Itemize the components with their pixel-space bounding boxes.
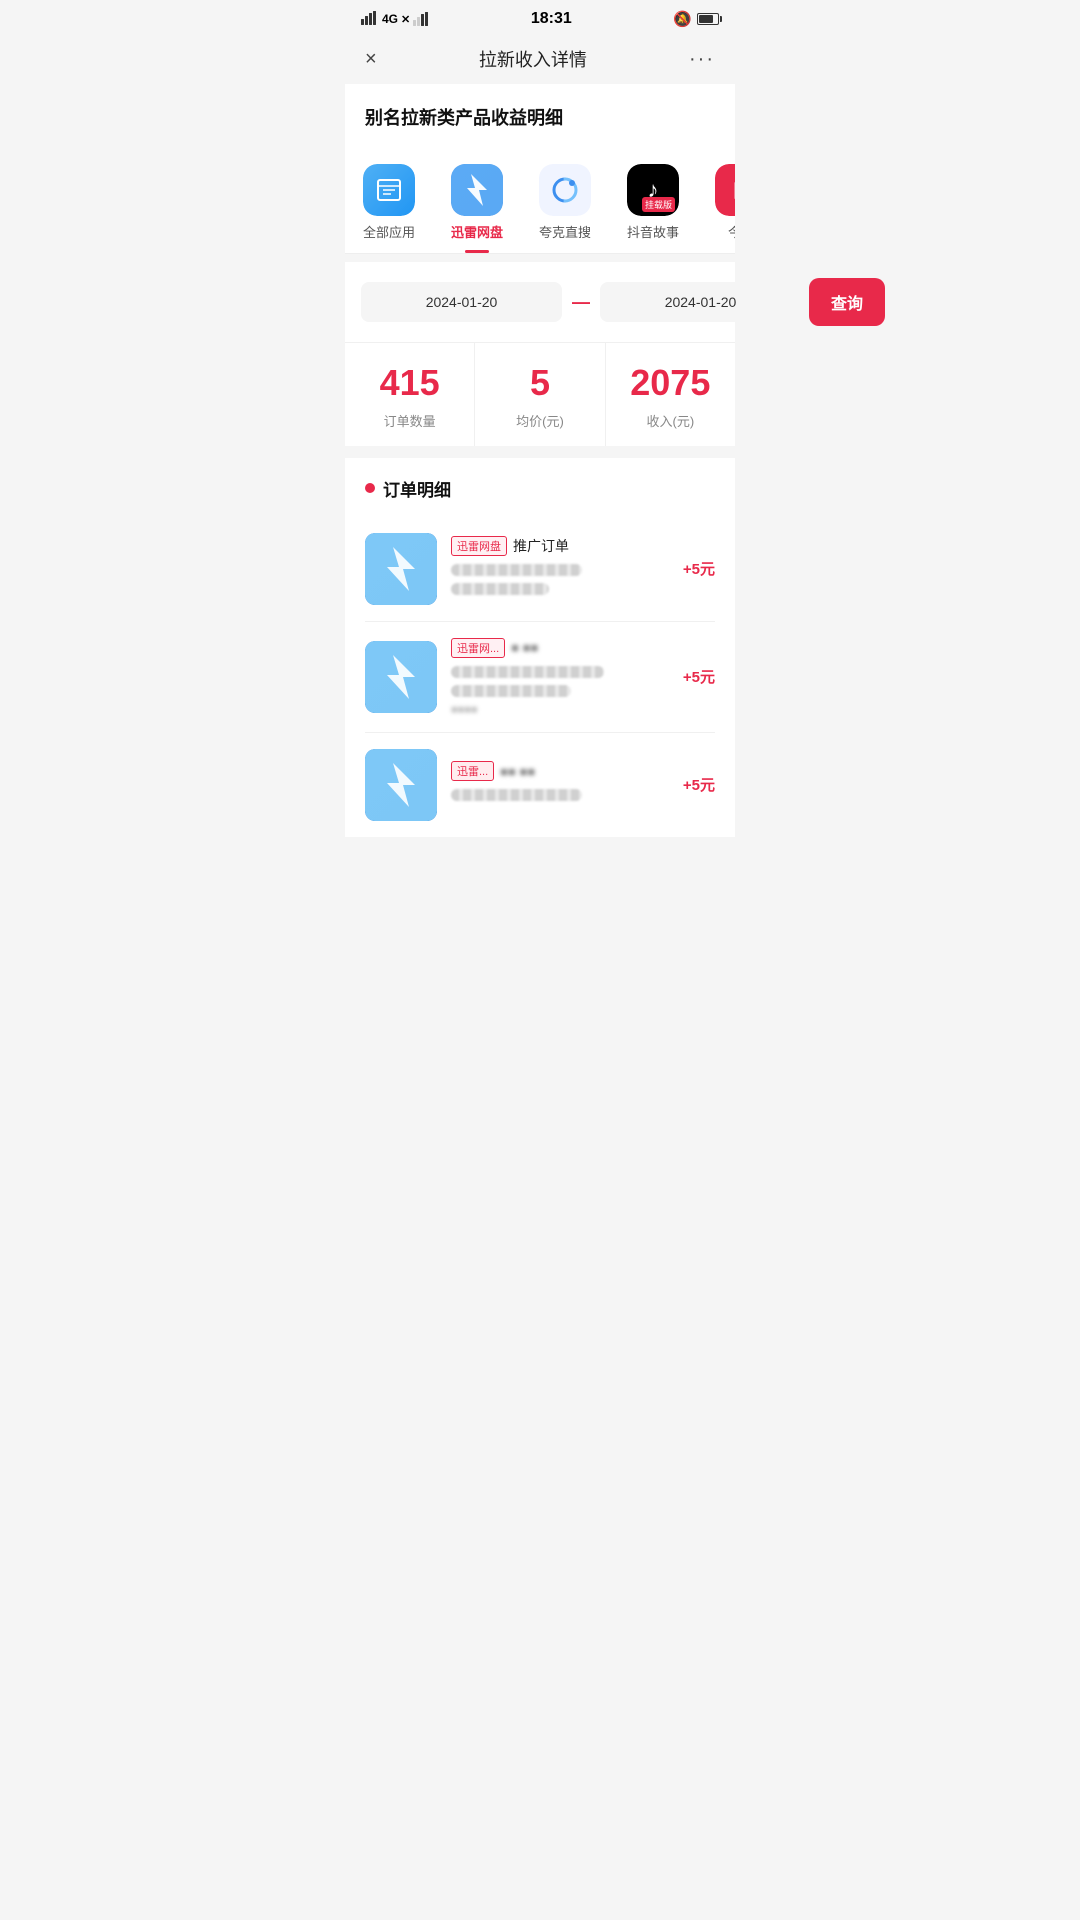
xunlei-icon <box>451 164 503 216</box>
stats-row: 415 订单数量 5 均价(元) 2075 收入(元) <box>345 342 735 446</box>
page-header: × 拉新收入详情 ··· <box>345 34 735 84</box>
order-tags-1: 迅雷网盘 推广订单 <box>451 536 669 556</box>
order-amount-3: +5元 <box>683 774 715 795</box>
order-amount-1: +5元 <box>683 558 715 579</box>
stat-revenue-value: 2075 <box>616 363 725 403</box>
order-amount-2: +5元 <box>683 666 715 687</box>
section-title: 别名拉新类产品收益明细 <box>345 84 735 146</box>
signal-x: ✕ <box>401 13 410 26</box>
tab-jinri-icon-wrap: 目 <box>715 164 735 216</box>
stat-revenue-label: 收入(元) <box>616 411 725 430</box>
blur-line-2b <box>451 685 571 697</box>
tab-xunlei-icon-wrap <box>451 164 503 216</box>
date-separator: — <box>570 292 592 313</box>
tab-kuake-icon-wrap <box>539 164 591 216</box>
tab-kuake[interactable]: 夸克直搜 <box>521 156 609 253</box>
order-item: 迅雷网盘 推广订单 +5元 <box>365 517 715 622</box>
jinri-icon: 目 <box>715 164 735 216</box>
tab-jinri-label: 今日 <box>728 222 735 241</box>
blur-line-3a <box>451 789 582 801</box>
signal-info: 4G ✕ <box>361 11 429 28</box>
stat-revenue: 2075 收入(元) <box>606 343 735 446</box>
order-list: 迅雷网盘 推广订单 +5元 <box>365 517 715 837</box>
order-item: 迅雷网... ■ ■■ ■■■■ +5元 <box>365 622 715 733</box>
tab-douyin-label: 抖音故事 <box>627 222 679 241</box>
start-date-input[interactable] <box>361 282 562 322</box>
blur-line-1b <box>451 583 549 595</box>
order-tags-3: 迅雷... ■■ ■■ <box>451 761 669 781</box>
blur-line-2a <box>451 666 604 678</box>
order-info-3: 迅雷... ■■ ■■ <box>451 761 669 808</box>
order-tag-3: 迅雷... <box>451 761 494 781</box>
tab-all-label: 全部应用 <box>363 222 415 241</box>
battery-icon <box>697 13 719 25</box>
blur-extra-2: ■■■■ <box>451 704 669 716</box>
stat-order-label: 订单数量 <box>355 411 464 430</box>
kuake-icon <box>539 164 591 216</box>
tab-xunlei[interactable]: 迅雷网盘 <box>433 156 521 253</box>
order-tag-2: 迅雷网... <box>451 638 505 658</box>
tab-jinri[interactable]: 目 今日 <box>697 156 735 253</box>
order-thumb-3 <box>365 749 437 821</box>
tab-douyin-icon-wrap: ♪ 挂载版 <box>627 164 679 216</box>
status-bar: 4G ✕ 18:31 🔕 <box>345 0 735 34</box>
order-thumb-1 <box>365 533 437 605</box>
order-info-1: 迅雷网盘 推广订单 <box>451 536 669 602</box>
stat-avg-label: 均价(元) <box>485 411 594 430</box>
stat-avg-price: 5 均价(元) <box>475 343 605 446</box>
tab-kuake-label: 夸克直搜 <box>539 222 591 241</box>
order-tag-label-1: 推广订单 <box>513 536 569 556</box>
douyin-icon: ♪ 挂载版 <box>627 164 679 216</box>
order-item: 迅雷... ■■ ■■ +5元 <box>365 733 715 837</box>
order-info-2: 迅雷网... ■ ■■ ■■■■ <box>451 638 669 716</box>
order-section: 订单明细 迅雷网盘 推广订单 <box>345 458 735 837</box>
close-button[interactable]: × <box>365 48 377 71</box>
app-tabs: 全部应用 迅雷网盘 <box>345 146 735 254</box>
blur-line-1a <box>451 564 582 576</box>
order-section-title: 订单明细 <box>365 476 715 501</box>
query-button[interactable]: 查询 <box>809 278 885 326</box>
stat-order-count: 415 订单数量 <box>345 343 475 446</box>
order-blurred-text-2: ■ ■■ <box>511 640 538 655</box>
order-tag-1: 迅雷网盘 <box>451 536 507 556</box>
stat-avg-value: 5 <box>485 363 594 403</box>
end-date-input[interactable] <box>600 282 801 322</box>
signal-icon2 <box>413 12 429 26</box>
status-right-icons: 🔕 <box>673 10 719 28</box>
status-time: 18:31 <box>531 10 572 28</box>
bell-mute-icon: 🔕 <box>673 10 692 28</box>
quanbu-icon <box>363 164 415 216</box>
tab-douyin[interactable]: ♪ 挂载版 抖音故事 <box>609 156 697 253</box>
signal-icon <box>361 11 379 28</box>
network-type: 4G <box>382 12 398 26</box>
tab-xunlei-underline <box>465 250 489 253</box>
order-section-title-text: 订单明细 <box>383 476 451 501</box>
more-button[interactable]: ··· <box>689 48 715 71</box>
order-thumb-2 <box>365 641 437 713</box>
order-tags-2: 迅雷网... ■ ■■ <box>451 638 669 658</box>
tab-all-icon-wrap <box>363 164 415 216</box>
stat-order-value: 415 <box>355 363 464 403</box>
order-blurred-text-3: ■■ ■■ <box>500 764 535 779</box>
date-filter: — 查询 <box>345 262 735 342</box>
tab-xunlei-label: 迅雷网盘 <box>451 222 503 241</box>
red-dot-icon <box>365 483 375 493</box>
page-title: 拉新收入详情 <box>479 46 587 72</box>
tab-all[interactable]: 全部应用 <box>345 156 433 253</box>
